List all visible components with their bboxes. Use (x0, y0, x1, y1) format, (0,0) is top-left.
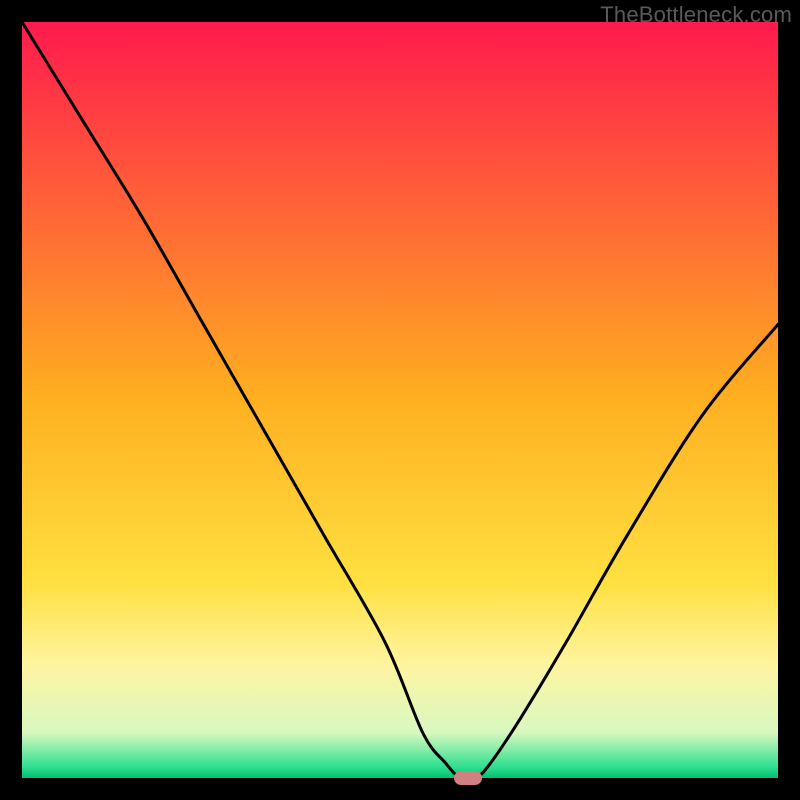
plot-area (22, 22, 778, 778)
chart-svg (22, 22, 778, 778)
watermark-text: TheBottleneck.com (600, 2, 792, 28)
optimal-marker (454, 771, 482, 785)
gradient-background (22, 22, 778, 778)
chart-frame: TheBottleneck.com (0, 0, 800, 800)
